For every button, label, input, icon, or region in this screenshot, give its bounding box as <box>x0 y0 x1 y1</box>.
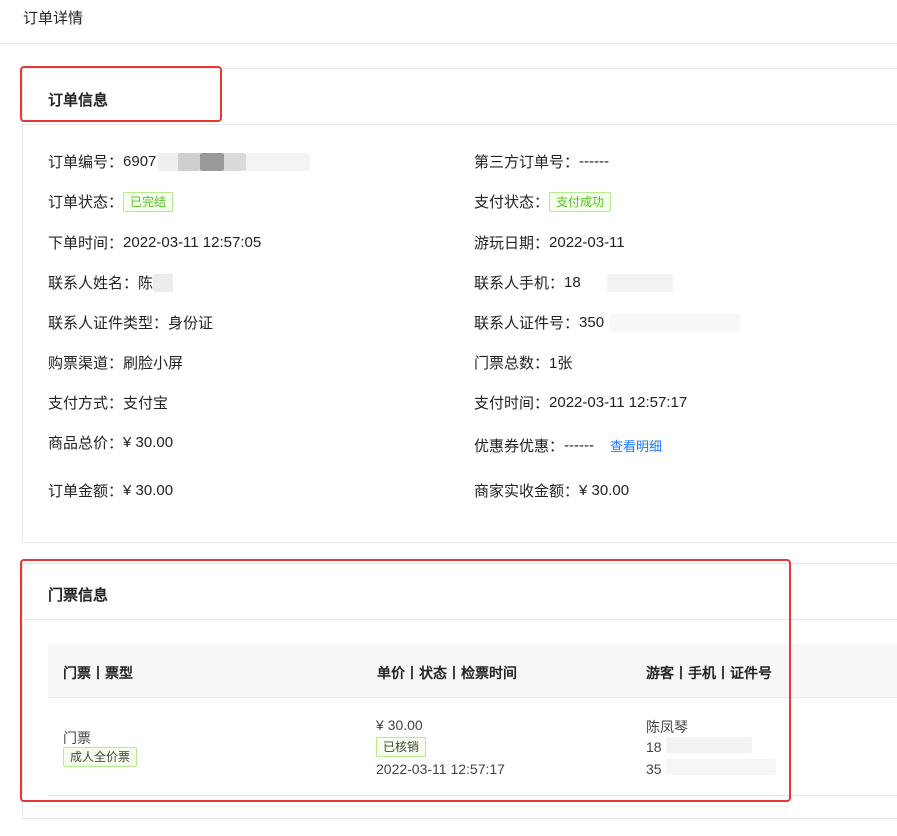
order-time-value: 2022-03-11 12:57:05 <box>123 234 262 251</box>
coupon-value: ------ <box>564 437 594 454</box>
pay-method-label: 支付方式： <box>48 395 124 412</box>
ticket-type-badge: 成人全价票 <box>63 747 138 767</box>
pay-method-value: 支付宝 <box>123 395 169 412</box>
field-order-no: 订单编号： 6907 <box>48 151 311 172</box>
ticket-name: 门票 <box>63 730 91 746</box>
redacted-blur <box>246 152 311 171</box>
column-header-ticket: 门票丨票型 <box>63 665 133 681</box>
ticket-info-title: 门票信息 <box>48 587 109 604</box>
redacted-blur <box>666 737 752 753</box>
ticket-info-card: 门票信息 门票丨票型 单价丨状态丨检票时间 游客丨手机丨证件号 门票 成人全价票… <box>22 563 897 819</box>
merchant-amount-label: 商家实收金额： <box>474 483 580 500</box>
ticket-count-label: 门票总数： <box>474 355 550 372</box>
visitor-phone: 18 <box>646 739 662 755</box>
redacted-blur <box>610 313 741 332</box>
redacted-blur <box>200 152 225 171</box>
redacted-blur <box>153 273 174 292</box>
order-status-label: 订单状态： <box>48 194 124 211</box>
page-header: 订单详情 <box>0 0 897 44</box>
redacted-blur <box>666 759 776 775</box>
field-id-no: 联系人证件号： 350 <box>474 312 741 333</box>
third-party-no-value: ------ <box>579 153 609 170</box>
id-no-label: 联系人证件号： <box>474 315 580 332</box>
field-order-status: 订单状态： 已完结 <box>48 191 174 212</box>
contact-name-value: 陈 <box>138 275 154 292</box>
order-status-badge: 已完结 <box>123 191 174 212</box>
page-title: 订单详情 <box>23 10 84 27</box>
order-amount-label: 订单金额： <box>48 483 124 500</box>
view-coupon-detail-link[interactable]: 查看明细 <box>610 436 662 455</box>
channel-label: 购票渠道： <box>48 355 124 372</box>
ticket-status-badge: 已核销 <box>376 737 427 757</box>
row-divider <box>48 795 897 796</box>
ticket-table-header: 门票丨票型 单价丨状态丨检票时间 游客丨手机丨证件号 <box>48 644 897 698</box>
field-pay-method: 支付方式： 支付宝 <box>48 392 168 413</box>
ticket-count-value: 1张 <box>549 355 573 372</box>
field-third-party-no: 第三方订单号： ------ <box>474 151 609 172</box>
visitor-name: 陈凤琴 <box>646 719 688 735</box>
visit-date-value: 2022-03-11 <box>549 234 625 251</box>
field-pay-status: 支付状态： 支付成功 <box>474 191 612 212</box>
field-contact-name: 联系人姓名： 陈 <box>48 272 174 293</box>
id-no-value: 350 <box>579 314 605 331</box>
field-order-amount: 订单金额： ¥ 30.00 <box>48 480 173 501</box>
goods-total-label: 商品总价： <box>48 435 124 452</box>
id-type-value: 身份证 <box>168 315 214 332</box>
third-party-no-label: 第三方订单号： <box>474 154 580 171</box>
pay-status-label: 支付状态： <box>474 194 550 211</box>
redacted-blur <box>158 152 179 171</box>
contact-phone-label: 联系人手机： <box>474 275 565 292</box>
ticket-info-header: 门票信息 <box>23 564 897 620</box>
field-goods-total: 商品总价： ¥ 30.00 <box>48 432 173 453</box>
column-header-price: 单价丨状态丨检票时间 <box>377 665 517 681</box>
channel-value: 刷脸小屏 <box>123 355 184 372</box>
redacted-blur <box>178 152 201 171</box>
goods-total-value: ¥ 30.00 <box>123 434 174 451</box>
order-no-value: 6907 <box>123 153 157 170</box>
redacted-blur <box>224 152 247 171</box>
merchant-amount-value: ¥ 30.00 <box>579 482 630 499</box>
order-amount-value: ¥ 30.00 <box>123 482 174 499</box>
column-header-visitor: 游客丨手机丨证件号 <box>646 665 772 681</box>
visit-date-label: 游玩日期： <box>474 235 550 252</box>
field-order-time: 下单时间： 2022-03-11 12:57:05 <box>48 232 261 253</box>
field-id-type: 联系人证件类型： 身份证 <box>48 312 213 333</box>
order-no-label: 订单编号： <box>48 154 124 171</box>
field-pay-time: 支付时间： 2022-03-11 12:57:17 <box>474 392 687 413</box>
field-contact-phone: 联系人手机： 18 <box>474 272 673 293</box>
id-type-label: 联系人证件类型： <box>48 315 169 332</box>
pay-time-value: 2022-03-11 12:57:17 <box>549 394 688 411</box>
pay-time-label: 支付时间： <box>474 395 550 412</box>
ticket-price: ¥ 30.00 <box>376 717 423 733</box>
ticket-check-time: 2022-03-11 12:57:17 <box>376 761 505 777</box>
field-ticket-count: 门票总数： 1张 <box>474 352 572 373</box>
coupon-label: 优惠券优惠： <box>474 438 565 455</box>
visitor-id: 35 <box>646 761 662 777</box>
redacted-blur <box>606 273 673 292</box>
pay-status-badge: 支付成功 <box>549 191 612 212</box>
order-time-label: 下单时间： <box>48 235 124 252</box>
field-visit-date: 游玩日期： 2022-03-11 <box>474 232 625 253</box>
contact-phone-value: 18 <box>564 274 581 291</box>
order-info-title: 订单信息 <box>48 92 109 109</box>
field-coupon: 优惠券优惠： ------ 查看明细 <box>474 435 662 456</box>
order-info-card: 订单信息 订单编号： 6907 第三方订单号： ------ 订单状态： 已完结… <box>22 68 897 543</box>
order-info-header: 订单信息 <box>23 69 897 125</box>
field-merchant-amount: 商家实收金额： ¥ 30.00 <box>474 480 629 501</box>
contact-name-label: 联系人姓名： <box>48 275 139 292</box>
field-channel: 购票渠道： 刷脸小屏 <box>48 352 183 373</box>
